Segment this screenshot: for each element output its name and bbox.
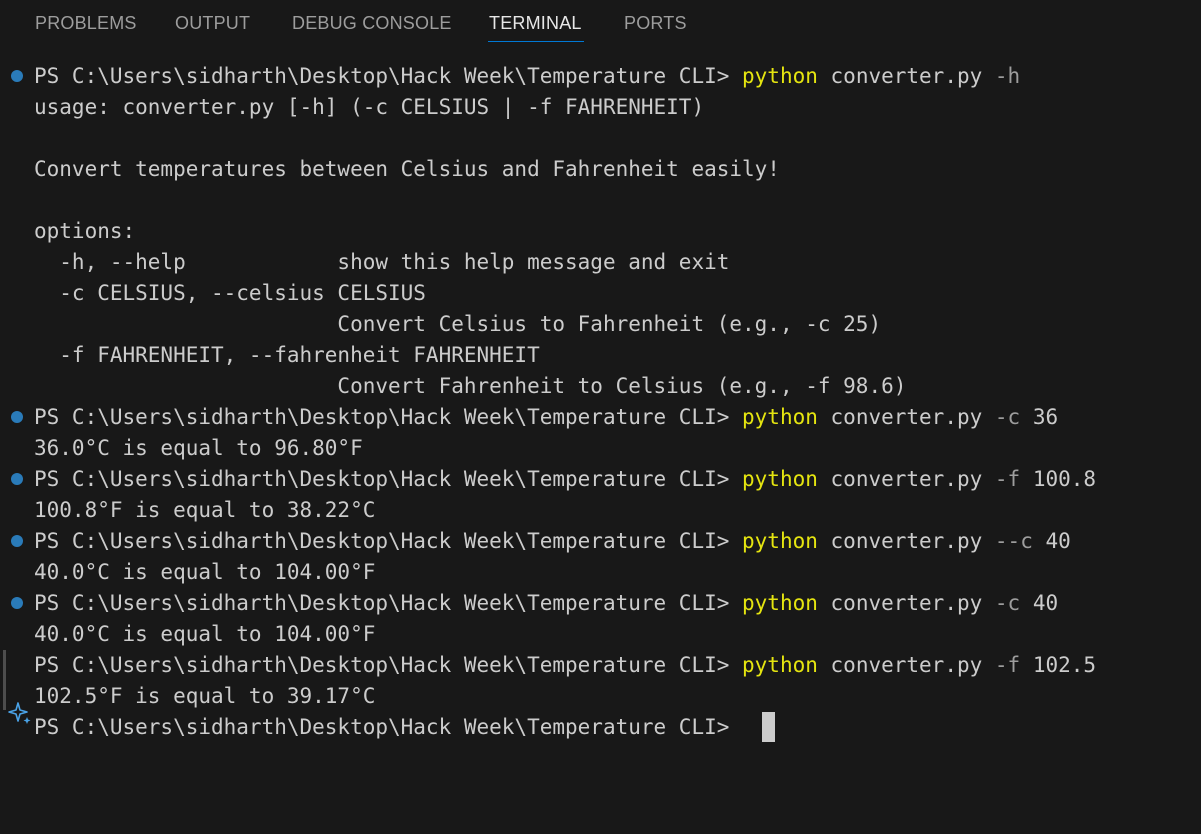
sparkle-icon[interactable] <box>6 700 32 726</box>
prompt: PS C:\Users\sidharth\Desktop\Hack Week\T… <box>34 467 743 491</box>
help-options-header: options: <box>34 219 136 243</box>
command-flag: -f <box>994 467 1021 491</box>
command-script: converter.py <box>830 467 983 491</box>
command-result: 36.0°C is equal to 96.80°F <box>34 436 363 460</box>
help-option-fahrenheit-description: Convert Fahrenheit to Celsius (e.g., -f … <box>34 374 907 398</box>
command-executable: python <box>742 64 818 88</box>
panel-tab-bar: PROBLEMS OUTPUT DEBUG CONSOLE TERMINAL P… <box>0 0 1201 46</box>
command-result: 102.5°F is equal to 39.17°C <box>34 684 376 708</box>
help-option-celsius: -c CELSIUS, --celsius CELSIUS <box>34 281 426 305</box>
command-executable: python <box>742 591 818 615</box>
command-value: 100.8 <box>1032 467 1097 491</box>
help-option-help: -h, --help show this help message and ex… <box>34 250 730 274</box>
command-script: converter.py <box>830 64 983 88</box>
command-value: 40 <box>1032 591 1059 615</box>
command-flag: -c <box>994 591 1021 615</box>
command-success-decoration-icon[interactable] <box>11 473 23 485</box>
prompt: PS C:\Users\sidharth\Desktop\Hack Week\T… <box>34 529 743 553</box>
tab-debug-console[interactable]: DEBUG CONSOLE <box>292 11 452 35</box>
terminal-output[interactable]: PS C:\Users\sidharth\Desktop\Hack Week\T… <box>0 60 1201 834</box>
command-executable: python <box>742 529 818 553</box>
command-flag: -f <box>994 653 1021 677</box>
prompt: PS C:\Users\sidharth\Desktop\Hack Week\T… <box>34 405 743 429</box>
terminal-current-prompt: PS C:\Users\sidharth\Desktop\Hack Week\T… <box>34 712 742 743</box>
terminal-command-line: PS C:\Users\sidharth\Desktop\Hack Week\T… <box>34 588 1058 619</box>
tab-problems[interactable]: PROBLEMS <box>35 11 137 35</box>
terminal-command-line: PS C:\Users\sidharth\Desktop\Hack Week\T… <box>34 402 1058 433</box>
command-script: converter.py <box>830 405 983 429</box>
command-value: 102.5 <box>1032 653 1097 677</box>
active-tab-indicator <box>488 41 584 42</box>
command-script: converter.py <box>830 653 983 677</box>
command-script: converter.py <box>830 591 983 615</box>
command-success-decoration-icon[interactable] <box>11 597 23 609</box>
command-success-decoration-icon[interactable] <box>11 535 23 547</box>
terminal-command-line: PS C:\Users\sidharth\Desktop\Hack Week\T… <box>34 650 1096 681</box>
command-value: 40 <box>1045 529 1071 553</box>
prompt: PS C:\Users\sidharth\Desktop\Hack Week\T… <box>34 653 743 677</box>
terminal-command-line: PS C:\Users\sidharth\Desktop\Hack Week\T… <box>34 61 1020 92</box>
terminal-command-line: PS C:\Users\sidharth\Desktop\Hack Week\T… <box>34 464 1096 495</box>
command-result: 40.0°C is equal to 104.00°F <box>34 622 376 646</box>
command-flag: -c <box>994 405 1021 429</box>
command-executable: python <box>742 653 818 677</box>
command-flag: --c <box>994 529 1033 553</box>
help-option-fahrenheit: -f FAHRENHEIT, --fahrenheit FAHRENHEIT <box>34 343 540 367</box>
command-success-decoration-icon[interactable] <box>11 70 23 82</box>
terminal-cursor <box>762 712 775 742</box>
command-executable: python <box>742 405 818 429</box>
help-description: Convert temperatures between Celsius and… <box>34 157 780 181</box>
help-option-celsius-description: Convert Celsius to Fahrenheit (e.g., -c … <box>34 312 882 336</box>
command-success-decoration-icon[interactable] <box>11 411 23 423</box>
command-result: 40.0°C is equal to 104.00°F <box>34 560 376 584</box>
command-flag: -h <box>994 64 1021 88</box>
tab-terminal[interactable]: TERMINAL <box>489 11 582 35</box>
prompt: PS C:\Users\sidharth\Desktop\Hack Week\T… <box>34 64 743 88</box>
command-result: 100.8°F is equal to 38.22°C <box>34 498 376 522</box>
terminal-command-line: PS C:\Users\sidharth\Desktop\Hack Week\T… <box>34 526 1071 557</box>
prompt: PS C:\Users\sidharth\Desktop\Hack Week\T… <box>34 591 743 615</box>
prompt: PS C:\Users\sidharth\Desktop\Hack Week\T… <box>34 715 743 739</box>
command-script: converter.py <box>830 529 983 553</box>
command-executable: python <box>742 467 818 491</box>
tab-output[interactable]: OUTPUT <box>175 11 250 35</box>
command-value: 36 <box>1032 405 1059 429</box>
help-usage: usage: converter.py [-h] (-c CELSIUS | -… <box>34 95 705 119</box>
tab-ports[interactable]: PORTS <box>624 11 687 35</box>
